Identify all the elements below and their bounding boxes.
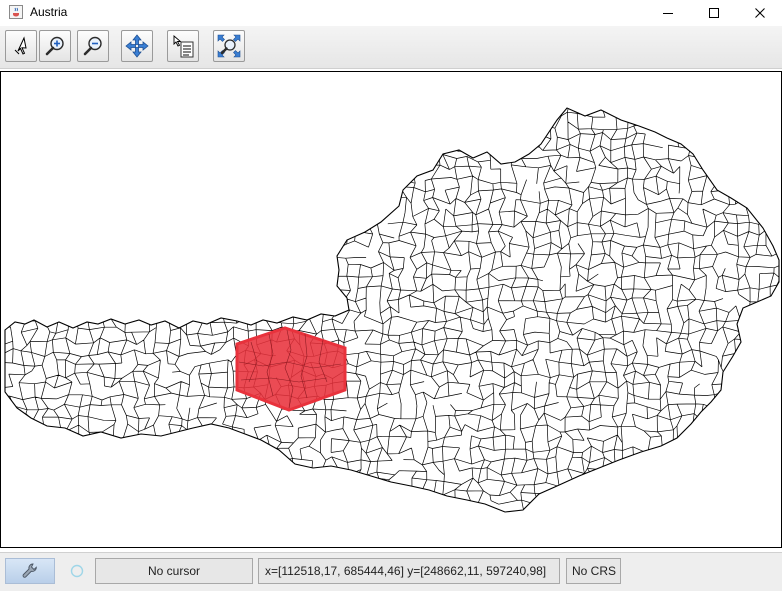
spinner-icon — [70, 564, 84, 578]
zoom-out-button[interactable] — [77, 30, 109, 62]
zoom-full-extent-button[interactable] — [213, 30, 245, 62]
cursor-position-field: No cursor — [95, 558, 253, 584]
municipality-boundaries — [5, 108, 779, 512]
feature-info-icon — [173, 35, 194, 58]
selected-region-highlight[interactable] — [235, 326, 347, 412]
municipality-boundary-lines — [5, 108, 779, 512]
zoom-in-magnifier-icon — [45, 36, 64, 56]
zoom-out-magnifier-icon — [83, 36, 102, 56]
austria-outline — [4, 107, 780, 513]
status-tool-button[interactable] — [5, 558, 55, 584]
zoom-extent-icon — [217, 34, 241, 58]
maximize-icon — [709, 8, 719, 18]
arrow-cursor-icon — [14, 36, 27, 55]
render-status-indicator — [68, 562, 86, 580]
pointer-select-button[interactable] — [5, 30, 37, 62]
wrench-icon — [22, 563, 37, 578]
map-bounds-field: x=[112518,17, 685444,46] y=[248662,11, 5… — [258, 558, 560, 584]
map-toolbar — [0, 26, 782, 69]
info-button[interactable] — [167, 30, 199, 62]
map-canvas[interactable] — [0, 71, 782, 548]
minimize-icon — [663, 13, 673, 14]
pan-button[interactable] — [121, 30, 153, 62]
window-title: Austria — [30, 5, 68, 19]
close-icon — [755, 8, 765, 18]
zoom-in-button[interactable] — [39, 30, 71, 62]
title-bar: Austria — [0, 0, 782, 26]
four-arrow-move-icon — [125, 34, 149, 58]
crs-field[interactable]: No CRS — [566, 558, 621, 584]
maximize-button[interactable] — [691, 0, 737, 26]
minimize-button[interactable] — [645, 0, 691, 26]
close-button[interactable] — [737, 0, 782, 26]
status-bar: No cursor x=[112518,17, 685444,46] y=[24… — [0, 552, 782, 591]
java-cup-icon — [9, 5, 23, 19]
